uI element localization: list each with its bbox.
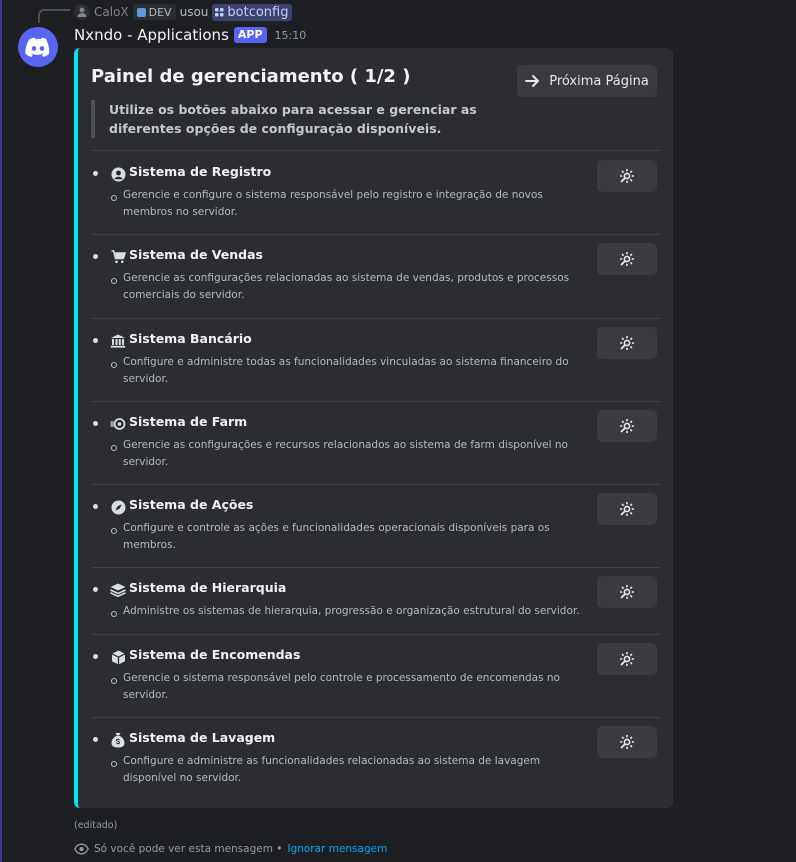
- list-bullet: [93, 504, 98, 509]
- configure-farm-button[interactable]: [597, 410, 657, 442]
- divider: [92, 234, 660, 235]
- channel-left-rail: [0, 0, 2, 862]
- divider: [92, 634, 660, 635]
- timestamp[interactable]: 15:10: [275, 29, 307, 42]
- user-avatar-small[interactable]: [74, 4, 90, 20]
- configure-encomendas-button[interactable]: [597, 643, 657, 675]
- edited-label: (editado): [74, 820, 118, 831]
- command-reply-header: CaloX DEV usou botconfig: [74, 3, 292, 21]
- intro-quote: Utilize os botões abaixo para acessar e …: [91, 100, 511, 138]
- section-title: Sistema de Registro: [129, 164, 272, 179]
- divider: [92, 484, 660, 485]
- sub-bullet: [111, 678, 117, 684]
- money-bag-icon: [110, 732, 126, 748]
- gear-wrench-icon: [620, 502, 634, 516]
- section-description: Administre os sistemas de hierarquia, pr…: [123, 605, 580, 617]
- discord-logo-icon: [25, 37, 50, 57]
- panel-title: Painel de gerenciamento ( 1/2 ): [91, 66, 411, 87]
- sub-bullet: [111, 761, 117, 767]
- command-mention[interactable]: botconfig: [212, 3, 292, 21]
- divider: [92, 318, 660, 319]
- list-bullet: [93, 254, 98, 259]
- configure-lavagem-button[interactable]: [597, 726, 657, 758]
- sub-bullet: [111, 445, 117, 451]
- compass-icon: [110, 499, 126, 515]
- sub-bullet: [111, 195, 117, 201]
- next-page-label: Próxima Página: [549, 73, 649, 89]
- dismiss-message-link[interactable]: Ignorar mensagem: [287, 843, 387, 855]
- next-page-button[interactable]: Próxima Página: [517, 65, 657, 97]
- command-name: botconfig: [227, 4, 289, 20]
- intro-text: Utilize os botões abaixo para acessar e …: [109, 102, 477, 136]
- list-bullet: [93, 587, 98, 592]
- list-bullet: [93, 737, 98, 742]
- sub-bullet: [111, 611, 117, 617]
- bot-avatar[interactable]: [18, 27, 58, 67]
- section-title: Sistema Bancário: [129, 331, 252, 346]
- bank-icon: [110, 333, 126, 349]
- gear-wrench-icon: [620, 585, 634, 599]
- section-title: Sistema de Vendas: [129, 247, 263, 262]
- user-circle-icon: [110, 166, 126, 182]
- section-description: Gerencie as configurações relacionadas a…: [123, 272, 570, 301]
- ephemeral-notice: Só você pode ver esta mensagem • Ignorar…: [74, 843, 387, 855]
- configure-vendas-button[interactable]: [597, 243, 657, 275]
- configure-hierarquia-button[interactable]: [597, 576, 657, 608]
- app-tag: APP: [233, 27, 267, 43]
- section-description: Gerencie o sistema responsável pelo cont…: [123, 672, 560, 701]
- section-title: Sistema de Lavagem: [129, 730, 276, 745]
- box-icon: [110, 649, 126, 665]
- configure-registro-button[interactable]: [597, 160, 657, 192]
- configure-acoes-button[interactable]: [597, 493, 657, 525]
- section-description: Gerencie as configurações e recursos rel…: [123, 439, 568, 468]
- gear-wrench-icon: [620, 169, 634, 183]
- gear-wrench-icon: [620, 336, 634, 350]
- list-bullet: [93, 338, 98, 343]
- sub-bullet: [111, 362, 117, 368]
- section-description: Configure e administre as funcionalidade…: [123, 755, 541, 784]
- components-container: Painel de gerenciamento ( 1/2 ) Próxima …: [74, 48, 673, 808]
- arrow-right-icon: [525, 75, 540, 87]
- sub-bullet: [111, 528, 117, 534]
- sub-bullet: [111, 278, 117, 284]
- section-description: Configure e controle as ações e funciona…: [123, 522, 550, 551]
- list-bullet: [93, 421, 98, 426]
- divider: [92, 717, 660, 718]
- section-title: Sistema de Hierarquia: [129, 580, 287, 595]
- reply-connector-line: [38, 9, 70, 23]
- layers-icon: [110, 582, 126, 598]
- configure-bancario-button[interactable]: [597, 327, 657, 359]
- badge-flag-icon: [136, 7, 146, 17]
- divider: [92, 567, 660, 568]
- slash-grid-icon: [215, 7, 224, 16]
- section-title: Sistema de Encomendas: [129, 647, 301, 662]
- dev-badge: DEV: [132, 4, 176, 20]
- gear-wrench-icon: [620, 652, 634, 666]
- reply-username[interactable]: CaloX: [94, 5, 129, 19]
- list-bullet: [93, 654, 98, 659]
- cart-icon: [110, 249, 126, 265]
- dev-badge-label: DEV: [148, 5, 172, 19]
- reply-verb: usou: [179, 5, 209, 19]
- farm-icon: [110, 416, 126, 432]
- list-bullet: [93, 171, 98, 176]
- author-name[interactable]: Nxndo - Applications: [74, 26, 229, 44]
- section-title: Sistema de Ações: [129, 497, 254, 512]
- section-description: Gerencie e configure o sistema responsáv…: [123, 189, 543, 218]
- divider: [92, 150, 660, 151]
- divider: [92, 401, 660, 402]
- ephemeral-text: Só você pode ver esta mensagem •: [94, 843, 283, 855]
- section-title: Sistema de Farm: [129, 414, 248, 429]
- section-description: Configure e administre todas as funciona…: [123, 356, 569, 385]
- message-header: Nxndo - Applications APP 15:10: [74, 25, 306, 45]
- eye-icon: [74, 843, 89, 855]
- gear-wrench-icon: [620, 252, 634, 266]
- gear-wrench-icon: [620, 419, 634, 433]
- gear-wrench-icon: [620, 735, 634, 749]
